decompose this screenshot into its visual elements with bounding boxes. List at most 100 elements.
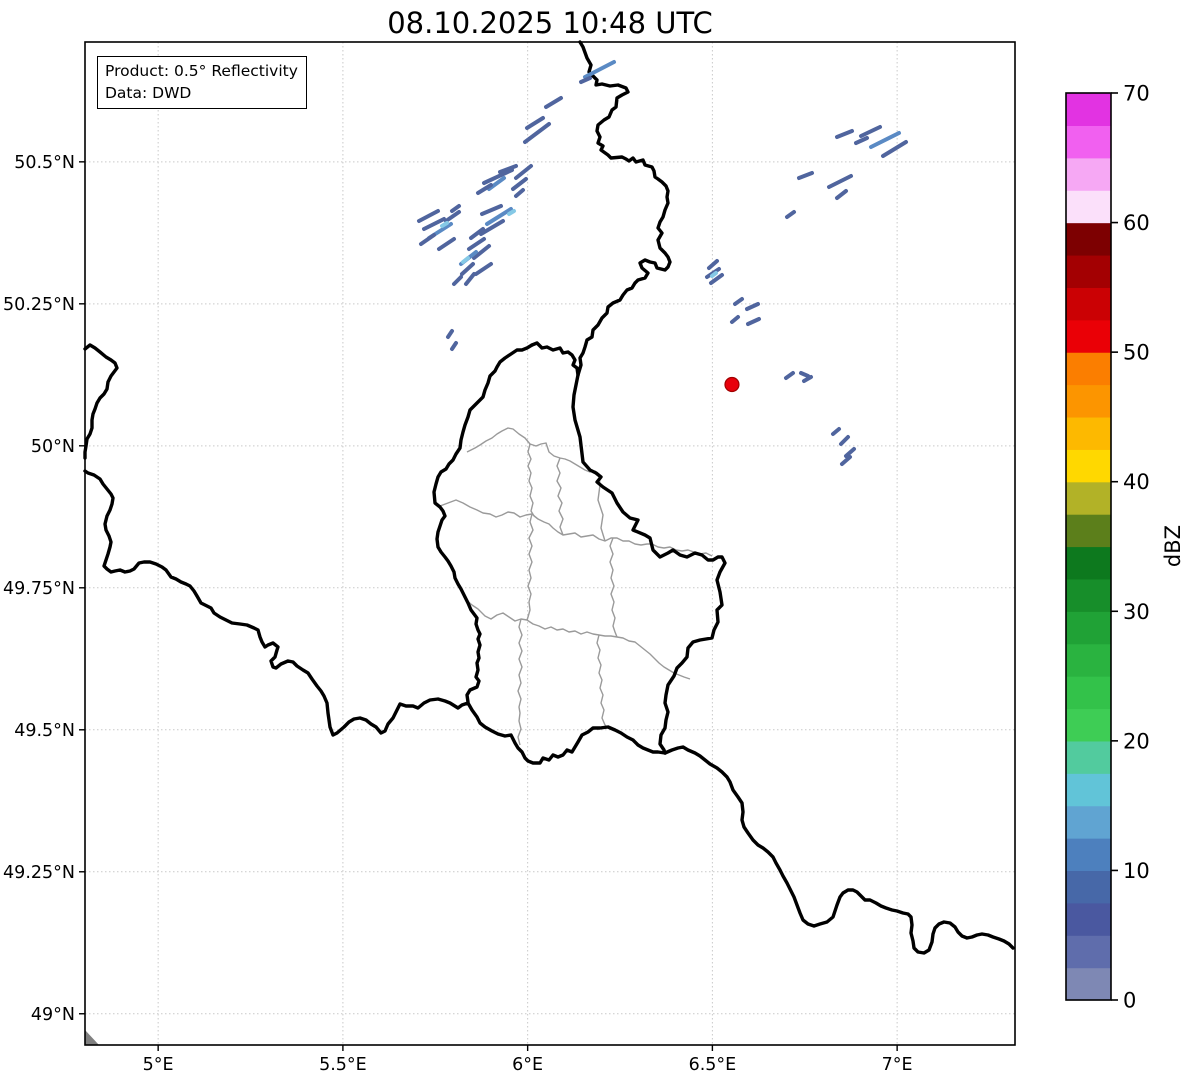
colorbar-band <box>1066 578 1111 612</box>
y-tick-label: 50.5°N <box>14 153 75 173</box>
colorbar-band <box>1066 708 1111 742</box>
x-tick-label: 6.5°E <box>689 1055 737 1075</box>
echo-segment <box>446 329 454 339</box>
product-info-box: Product: 0.5° Reflectivity Data: DWD <box>97 56 307 109</box>
canton-border <box>609 537 618 638</box>
echo-segment <box>746 317 761 326</box>
corner-patch <box>85 1030 99 1045</box>
colorbar-band <box>1066 902 1111 936</box>
border-lu-west <box>432 343 534 704</box>
colorbar-tick-label: 60 <box>1123 211 1150 235</box>
canton-border <box>439 499 713 557</box>
x-tick-label: 5°E <box>143 1055 174 1075</box>
radar-site-marker <box>724 376 740 393</box>
colorbar-band <box>1066 287 1111 321</box>
echo-segment <box>452 275 463 286</box>
echo-segment <box>450 204 461 213</box>
canton-border <box>596 634 608 728</box>
echo-segment <box>835 189 848 200</box>
echo-segment <box>419 233 436 246</box>
border-fr-be-west-loop <box>83 343 119 460</box>
colorbar-band <box>1066 967 1111 1001</box>
colorbar-band <box>1066 254 1111 288</box>
echo-segment <box>784 371 795 380</box>
colorbar-tick-label: 20 <box>1123 729 1150 753</box>
echo-segment <box>733 297 744 306</box>
canton-border <box>556 457 564 536</box>
x-tick-label: 5.5°E <box>319 1055 367 1075</box>
colorbar-tick-label: 0 <box>1123 989 1136 1013</box>
colorbar-band <box>1066 805 1111 839</box>
colorbar-band <box>1066 676 1111 710</box>
echo-segment <box>514 188 525 198</box>
colorbar-band <box>1066 416 1111 450</box>
product-info-line1: Product: 0.5° Reflectivity <box>105 62 298 80</box>
colorbar-band <box>1066 481 1111 515</box>
echo-segment <box>544 96 563 109</box>
colorbar-band <box>1066 740 1111 774</box>
border-fr-lu-be <box>83 469 667 765</box>
radar-echoes <box>417 60 908 466</box>
y-tick-label: 50°N <box>31 437 75 457</box>
colorbar-band <box>1066 157 1111 191</box>
y-tick-label: 49°N <box>31 1005 75 1025</box>
echo-segment <box>464 272 476 286</box>
echo-segment <box>511 177 528 191</box>
canton-borders <box>439 427 713 746</box>
radar-map-figure: 08.10.2025 10:48 UTC 5°E 5.5°E 6°E 6.5°E… <box>0 0 1202 1081</box>
echo-segment <box>797 171 814 180</box>
colorbar-band <box>1066 643 1111 677</box>
echo-segment <box>507 209 516 216</box>
colorbar-band <box>1066 935 1111 969</box>
colorbar-band <box>1066 222 1111 256</box>
colorbar-band <box>1066 514 1111 548</box>
colorbar-tick-label: 70 <box>1123 82 1150 106</box>
echo-segment <box>840 455 852 466</box>
border-be-de-lu-east <box>571 40 727 755</box>
echo-segment <box>460 262 475 276</box>
echo-segment <box>869 131 901 149</box>
colorbar-band <box>1066 870 1111 904</box>
colorbar-band <box>1066 449 1111 483</box>
colorbar-band <box>1066 546 1111 580</box>
echo-segment <box>514 164 533 180</box>
echo-segment <box>785 210 796 219</box>
echo-segment <box>444 210 461 223</box>
y-tick-label: 49.25°N <box>3 863 75 883</box>
colorbar-axis-label: dBZ <box>1161 525 1185 567</box>
echo-segment <box>835 129 854 139</box>
canton-border <box>527 443 539 520</box>
echo-segment <box>450 341 458 351</box>
colorbar-tick-label: 10 <box>1123 859 1150 883</box>
echo-segment <box>440 221 449 228</box>
x-tick-label: 6°E <box>512 1055 543 1075</box>
colorbar-tick-label: 40 <box>1123 470 1150 494</box>
echo-segment <box>844 447 856 458</box>
colorbar-ticks: 0 10 20 30 40 50 60 70 <box>1111 82 1150 1013</box>
canton-border <box>517 618 523 746</box>
echo-segment <box>474 262 493 276</box>
echo-segment <box>831 427 841 436</box>
colorbar-band <box>1066 773 1111 807</box>
colorbar-band <box>1066 384 1111 418</box>
echo-segment <box>579 76 592 84</box>
y-tick-label: 50.25°N <box>3 295 75 315</box>
colorbar-band <box>1066 611 1111 645</box>
axis-ticks <box>79 161 898 1051</box>
canton-border <box>464 598 691 680</box>
map-canvas: 5°E 5.5°E 6°E 6.5°E 7°E 50.5°N 50.25°N 50°N 49.7… <box>3 40 1185 1075</box>
colorbar-band <box>1066 93 1111 126</box>
echo-segment <box>710 271 718 278</box>
echo-segment <box>417 209 440 223</box>
y-tick-label: 49.5°N <box>14 721 75 741</box>
axis-labels: 5°E 5.5°E 6°E 6.5°E 7°E 50.5°N 50.25°N 50°N 49.7… <box>3 153 913 1075</box>
border-lu-north <box>530 341 580 377</box>
y-tick-label: 49.75°N <box>3 579 75 599</box>
colorbar-band <box>1066 125 1111 159</box>
echo-segment <box>859 125 882 138</box>
colorbar-tick-label: 30 <box>1123 600 1150 624</box>
echo-segment <box>730 315 740 324</box>
colorbar-band <box>1066 319 1111 353</box>
echo-segment <box>525 116 545 130</box>
echo-segment <box>854 136 869 145</box>
